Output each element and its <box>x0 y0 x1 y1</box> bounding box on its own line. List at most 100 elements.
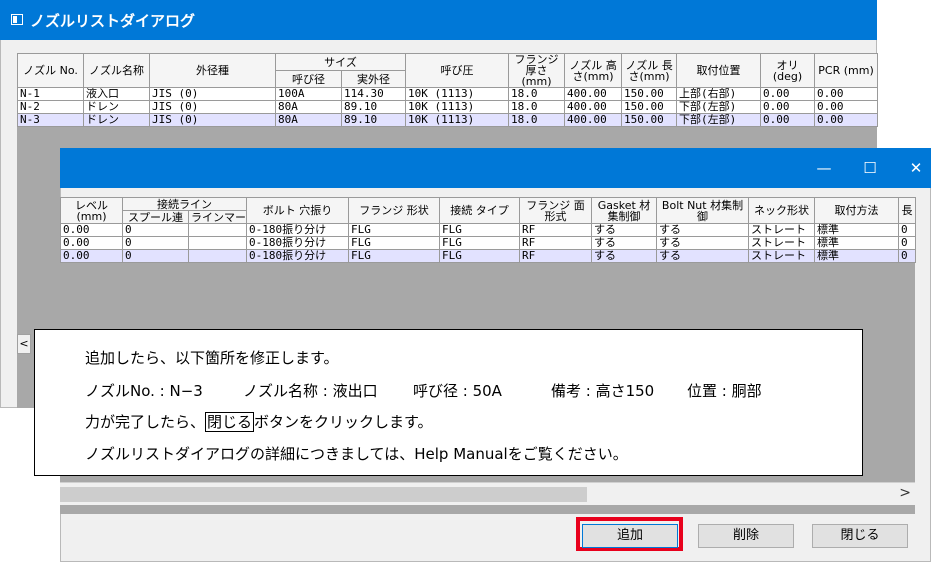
cell-bolt-hole[interactable]: 0-180振り分け <box>246 223 349 237</box>
cell-neck-shape[interactable]: ストレート <box>748 236 815 250</box>
col-header-flange-type[interactable]: フランジ 形状 <box>348 197 440 224</box>
cell-pressure[interactable]: 10K (1113) <box>405 100 510 114</box>
cell-nozzle-length[interactable]: 150.00 <box>621 87 678 101</box>
cell-level[interactable]: 0.00 <box>60 236 123 250</box>
cell-size-nominal[interactable]: 80A <box>275 113 342 127</box>
col-header-size-outer[interactable]: 実外径 <box>340 70 407 88</box>
cell-nozzle-no[interactable]: N-1 <box>17 87 84 101</box>
col-header-nozzle-name[interactable]: ノズル名称 <box>83 53 150 88</box>
cell-mount-position[interactable]: 上部(右部) <box>676 87 762 101</box>
cell-connection-type[interactable]: FLG <box>439 223 520 237</box>
back-title-bar[interactable]: ノズルリストダイアログ <box>0 0 877 40</box>
close-button[interactable]: 閉じる <box>812 524 908 548</box>
cell-cut[interactable]: 0 <box>898 236 916 250</box>
col-header-pcr[interactable]: PCR (mm) <box>814 53 879 88</box>
col-header-connection-line[interactable]: 接続ライン <box>122 197 247 211</box>
col-header-nozzle-no[interactable]: ノズル No. <box>17 53 84 88</box>
cell-flange-face[interactable]: RF <box>519 249 592 263</box>
cell-level[interactable]: 0.00 <box>60 223 123 237</box>
cell-outer-type[interactable]: JIS (0) <box>149 113 276 127</box>
cell-mount-method[interactable]: 標準 <box>814 223 899 237</box>
cell-ori[interactable]: 0.00 <box>760 100 816 114</box>
cell-pressure[interactable]: 10K (1113) <box>405 87 510 101</box>
table-row[interactable]: 0.00 0 0-180振り分け FLG FLG RF する する ストレート … <box>60 236 916 250</box>
cell-spool[interactable]: 0 <box>122 249 189 263</box>
scrollbar-thumb[interactable] <box>60 487 587 502</box>
cell-mount-position[interactable]: 下部(左部) <box>676 100 762 114</box>
cell-line-mark[interactable] <box>188 236 247 250</box>
col-header-flange-face[interactable]: フランジ 面形式 <box>519 197 592 224</box>
col-header-spool[interactable]: スプール連 <box>122 210 189 224</box>
cell-flange-thickness[interactable]: 18.0 <box>508 113 566 127</box>
chevron-right-icon[interactable]: > <box>899 485 911 501</box>
cell-pcr[interactable]: 0.00 <box>814 113 879 127</box>
col-header-bolt-nut[interactable]: Bolt Nut 材集制御 <box>656 197 749 224</box>
cell-pcr[interactable]: 0.00 <box>814 100 879 114</box>
cell-flange-thickness[interactable]: 18.0 <box>508 100 566 114</box>
cell-nozzle-length[interactable]: 150.00 <box>621 100 678 114</box>
horizontal-scrollbar[interactable]: > <box>60 482 915 505</box>
col-header-bolt-hole[interactable]: ボルト 穴振り <box>246 197 349 224</box>
cell-bolt-nut[interactable]: する <box>656 236 749 250</box>
cell-cut[interactable]: 0 <box>898 223 916 237</box>
cell-nozzle-height[interactable]: 400.00 <box>564 87 623 101</box>
col-header-neck-shape[interactable]: ネック形状 <box>748 197 815 224</box>
cell-nozzle-length[interactable]: 150.00 <box>621 113 678 127</box>
delete-button[interactable]: 削除 <box>698 524 794 548</box>
cell-nozzle-height[interactable]: 400.00 <box>564 100 623 114</box>
cell-outer-type[interactable]: JIS (0) <box>149 87 276 101</box>
cell-flange-type[interactable]: FLG <box>348 236 440 250</box>
cell-outer-type[interactable]: JIS (0) <box>149 100 276 114</box>
cell-bolt-hole[interactable]: 0-180振り分け <box>246 249 349 263</box>
cell-flange-thickness[interactable]: 18.0 <box>508 87 566 101</box>
cell-nozzle-name[interactable]: ドレン <box>83 113 150 127</box>
table-row-selected[interactable]: 0.00 0 0-180振り分け FLG FLG RF する する ストレート … <box>60 249 916 263</box>
cell-size-nominal[interactable]: 100A <box>275 87 342 101</box>
cell-nozzle-height[interactable]: 400.00 <box>564 113 623 127</box>
cell-flange-face[interactable]: RF <box>519 223 592 237</box>
cell-bolt-hole[interactable]: 0-180振り分け <box>246 236 349 250</box>
cell-mount-method[interactable]: 標準 <box>814 249 899 263</box>
cell-nozzle-name[interactable]: 液入口 <box>83 87 150 101</box>
col-header-level[interactable]: レベル (mm) <box>60 197 123 224</box>
col-header-line-mark[interactable]: ラインマーク <box>188 210 247 224</box>
cell-spool[interactable]: 0 <box>122 236 189 250</box>
col-header-size[interactable]: サイズ <box>274 53 407 71</box>
col-header-ori[interactable]: オリ (deg) <box>760 53 816 88</box>
front-title-bar[interactable]: — ☐ ✕ <box>60 148 931 188</box>
close-icon[interactable]: ✕ <box>893 148 931 188</box>
add-button[interactable]: 追加 <box>582 524 678 548</box>
cell-ori[interactable]: 0.00 <box>760 113 816 127</box>
cell-connection-type[interactable]: FLG <box>439 236 520 250</box>
col-header-nozzle-length[interactable]: ノズル 長さ(mm) <box>621 53 678 88</box>
cell-bolt-nut[interactable]: する <box>656 223 749 237</box>
cell-neck-shape[interactable]: ストレート <box>748 223 815 237</box>
col-header-mount-method[interactable]: 取付方法 <box>814 197 899 224</box>
back-scroll-left-arrow[interactable]: < <box>17 334 31 354</box>
cell-size-outer[interactable]: 89.10 <box>340 100 407 114</box>
cell-nozzle-no[interactable]: N-3 <box>17 113 84 127</box>
cell-mount-position[interactable]: 下部(左部) <box>676 113 762 127</box>
cell-flange-face[interactable]: RF <box>519 236 592 250</box>
col-header-nominal-pressure[interactable]: 呼び圧 <box>405 53 510 88</box>
cell-cut[interactable]: 0 <box>898 249 916 263</box>
cell-neck-shape[interactable]: ストレート <box>748 249 815 263</box>
col-header-mount-position[interactable]: 取付位置 <box>676 53 762 88</box>
cell-line-mark[interactable] <box>188 249 247 263</box>
cell-nozzle-no[interactable]: N-2 <box>17 100 84 114</box>
col-header-nozzle-height[interactable]: ノズル 高さ(mm) <box>564 53 623 88</box>
cell-flange-type[interactable]: FLG <box>348 223 440 237</box>
table-row[interactable]: N-1 液入口 JIS (0) 100A 114.30 10K (1113) 1… <box>17 87 879 101</box>
cell-size-outer[interactable]: 89.10 <box>340 113 407 127</box>
cell-bolt-nut[interactable]: する <box>656 249 749 263</box>
cell-level[interactable]: 0.00 <box>60 249 123 263</box>
cell-size-outer[interactable]: 114.30 <box>340 87 407 101</box>
cell-pcr[interactable]: 0.00 <box>814 87 879 101</box>
cell-mount-method[interactable]: 標準 <box>814 236 899 250</box>
cell-connection-type[interactable]: FLG <box>439 249 520 263</box>
cell-size-nominal[interactable]: 80A <box>275 100 342 114</box>
cell-nozzle-name[interactable]: ドレン <box>83 100 150 114</box>
col-header-flange-thickness[interactable]: フランジ 厚さ(mm) <box>508 53 566 88</box>
cell-gasket[interactable]: する <box>591 236 657 250</box>
col-header-outer-type[interactable]: 外径種 <box>149 53 276 88</box>
